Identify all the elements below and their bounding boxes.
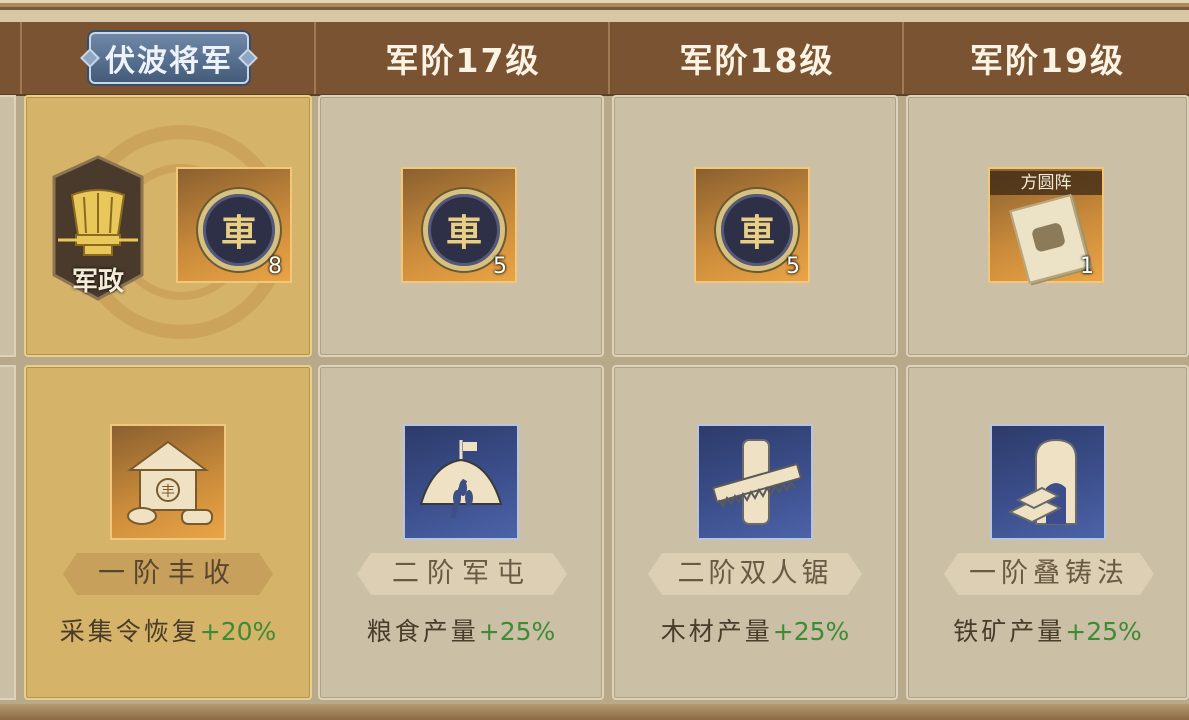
prev-column-skill-cell (0, 365, 16, 700)
skill-name-plate: 二阶军屯 (357, 553, 567, 595)
effect-label: 粮食产量 (366, 617, 479, 646)
saw-log-icon[interactable] (697, 424, 813, 540)
reward-count: 5 (493, 254, 507, 279)
skill-name-plate: 一阶叠铸法 (944, 553, 1154, 595)
effect-bonus: +25% (1065, 617, 1142, 646)
column-header-rank-17: 军阶17级 (314, 22, 610, 94)
tent-wheat-icon[interactable] (403, 424, 519, 540)
skill-effect: 铁矿产量+25% (906, 614, 1189, 650)
reward-count: 5 (786, 254, 800, 279)
skill-effect: 粮食产量+25% (318, 614, 604, 650)
bottom-frame (0, 704, 1189, 720)
military-affairs-label: 军政 (71, 267, 124, 297)
reward-slot-current[interactable]: 車 8 (176, 167, 292, 283)
column-header-rank-18: 军阶18级 (608, 22, 904, 94)
effect-bonus: +20% (199, 617, 277, 646)
skill-name-plate: 一阶丰收 (63, 553, 273, 595)
effect-label: 木材产量 (660, 617, 773, 646)
current-rank-badge: 伏波将军 (89, 32, 249, 84)
effect-bonus: +25% (772, 617, 850, 646)
prev-column-reward-cell (0, 95, 16, 357)
military-affairs-badge[interactable]: 军政 (50, 155, 146, 301)
iron-ingot-icon[interactable] (990, 424, 1106, 540)
svg-text:丰: 丰 (161, 484, 175, 500)
skill-effect: 木材产量+25% (612, 614, 898, 650)
effect-label: 铁矿产量 (953, 617, 1066, 646)
reward-count: 8 (268, 254, 282, 279)
reward-slot-rank-18[interactable]: 車 5 (694, 167, 810, 283)
formation-book-icon (1009, 194, 1091, 284)
reward-slot-rank-19[interactable]: 方圆阵 1 (988, 167, 1104, 284)
effect-bonus: +25% (478, 617, 556, 646)
formation-name-label: 方圆阵 (990, 171, 1102, 195)
column-header-rank-19: 军阶19级 (902, 22, 1189, 94)
effect-label: 采集令恢复 (59, 617, 200, 646)
skill-name-plate: 二阶双人锯 (648, 553, 862, 595)
top-frame (0, 0, 1189, 22)
reward-count: 1 (1080, 254, 1094, 279)
skill-effect: 采集令恢复+20% (24, 614, 312, 650)
reward-slot-rank-17[interactable]: 車 5 (401, 167, 517, 283)
granary-icon[interactable]: 丰 (110, 424, 226, 540)
column-header-current: 伏波将军 (20, 22, 316, 94)
